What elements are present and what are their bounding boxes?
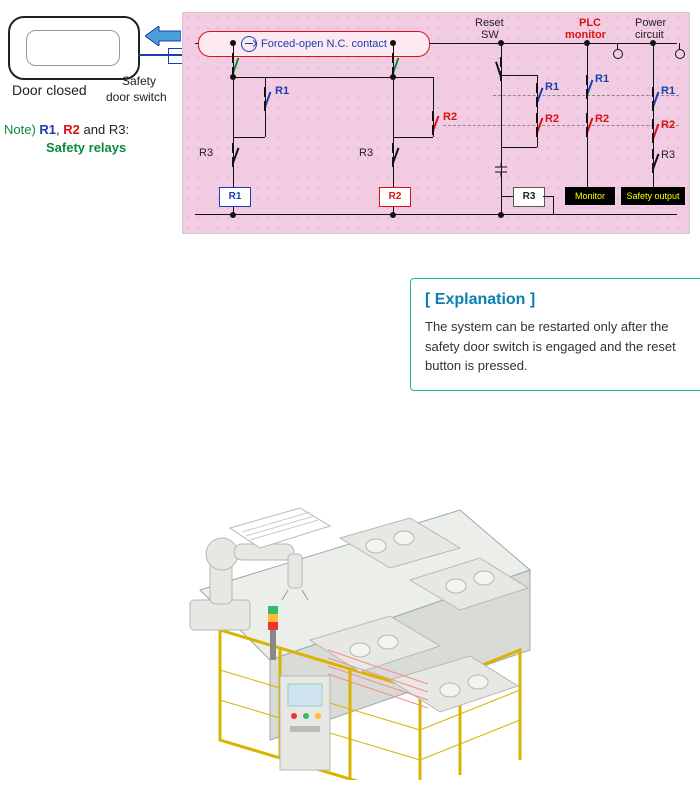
contact-r3-b1 — [233, 143, 235, 167]
contact-r1-pwr — [653, 87, 655, 111]
forced-open-icon — [241, 36, 257, 52]
lbl-r1-b1: R1 — [275, 85, 289, 97]
lbl-r3-b1: R3 — [199, 147, 213, 159]
lbl-r2-b3: R2 — [545, 113, 559, 125]
circuit-label: circuit — [635, 29, 664, 41]
safety-label-1: Safety — [122, 74, 156, 88]
sw-label: SW — [481, 29, 499, 41]
contact-r2-b2 — [433, 111, 435, 135]
note-line1: Note) R1, R2 and R3: — [4, 122, 129, 137]
actuator-link — [138, 54, 182, 56]
contact-r2-pwr — [653, 119, 655, 143]
contact-r2-plc — [587, 113, 589, 137]
reset-switch — [501, 57, 503, 81]
contact-r1-b3 — [537, 83, 539, 107]
door-closed-label: Door closed — [12, 82, 87, 98]
lbl-r3-b2: R3 — [359, 147, 373, 159]
reset-label: Reset — [475, 17, 504, 29]
power-label: Power — [635, 17, 666, 29]
relay-coil-r2: R2 — [379, 187, 411, 207]
lbl-r2-b2: R2 — [443, 111, 457, 123]
safety-output-box: Safety output — [621, 187, 685, 205]
open-terminal-1 — [613, 49, 623, 59]
explanation-title: [ Explanation ] — [425, 291, 691, 309]
relay-coil-r1: R1 — [219, 187, 251, 207]
contact-r3-pwr — [653, 149, 655, 173]
door-close-arrow — [145, 26, 181, 46]
lbl-r2-pwr: R2 — [661, 119, 675, 131]
safety-label-2: door switch — [106, 90, 167, 104]
contact-r1-plc — [587, 75, 589, 99]
open-terminal-2 — [675, 49, 685, 59]
lbl-r1-b3: R1 — [545, 81, 559, 93]
contact-r3-b2 — [393, 143, 395, 167]
door-illustration — [8, 16, 140, 80]
plc-label: PLC — [579, 17, 601, 29]
lbl-r1-pwr: R1 — [661, 85, 675, 97]
lbl-r1-plc: R1 — [595, 73, 609, 85]
contact-r2-b3 — [537, 113, 539, 137]
machine-illustration — [160, 440, 540, 780]
circuit-panel: Reset SW PLC monitor Power circuit Force… — [182, 12, 690, 234]
note-line2: Safety relays — [46, 140, 126, 155]
monitor-box: Monitor — [565, 187, 615, 205]
explanation-box: [ Explanation ] The system can be restar… — [410, 278, 700, 391]
lbl-r3-pwr: R3 — [661, 149, 675, 161]
explanation-body: The system can be restarted only after t… — [425, 317, 691, 376]
relay-coil-r3: R3 — [513, 187, 545, 207]
lbl-r2-plc: R2 — [595, 113, 609, 125]
capacitor-icon — [493, 163, 509, 177]
